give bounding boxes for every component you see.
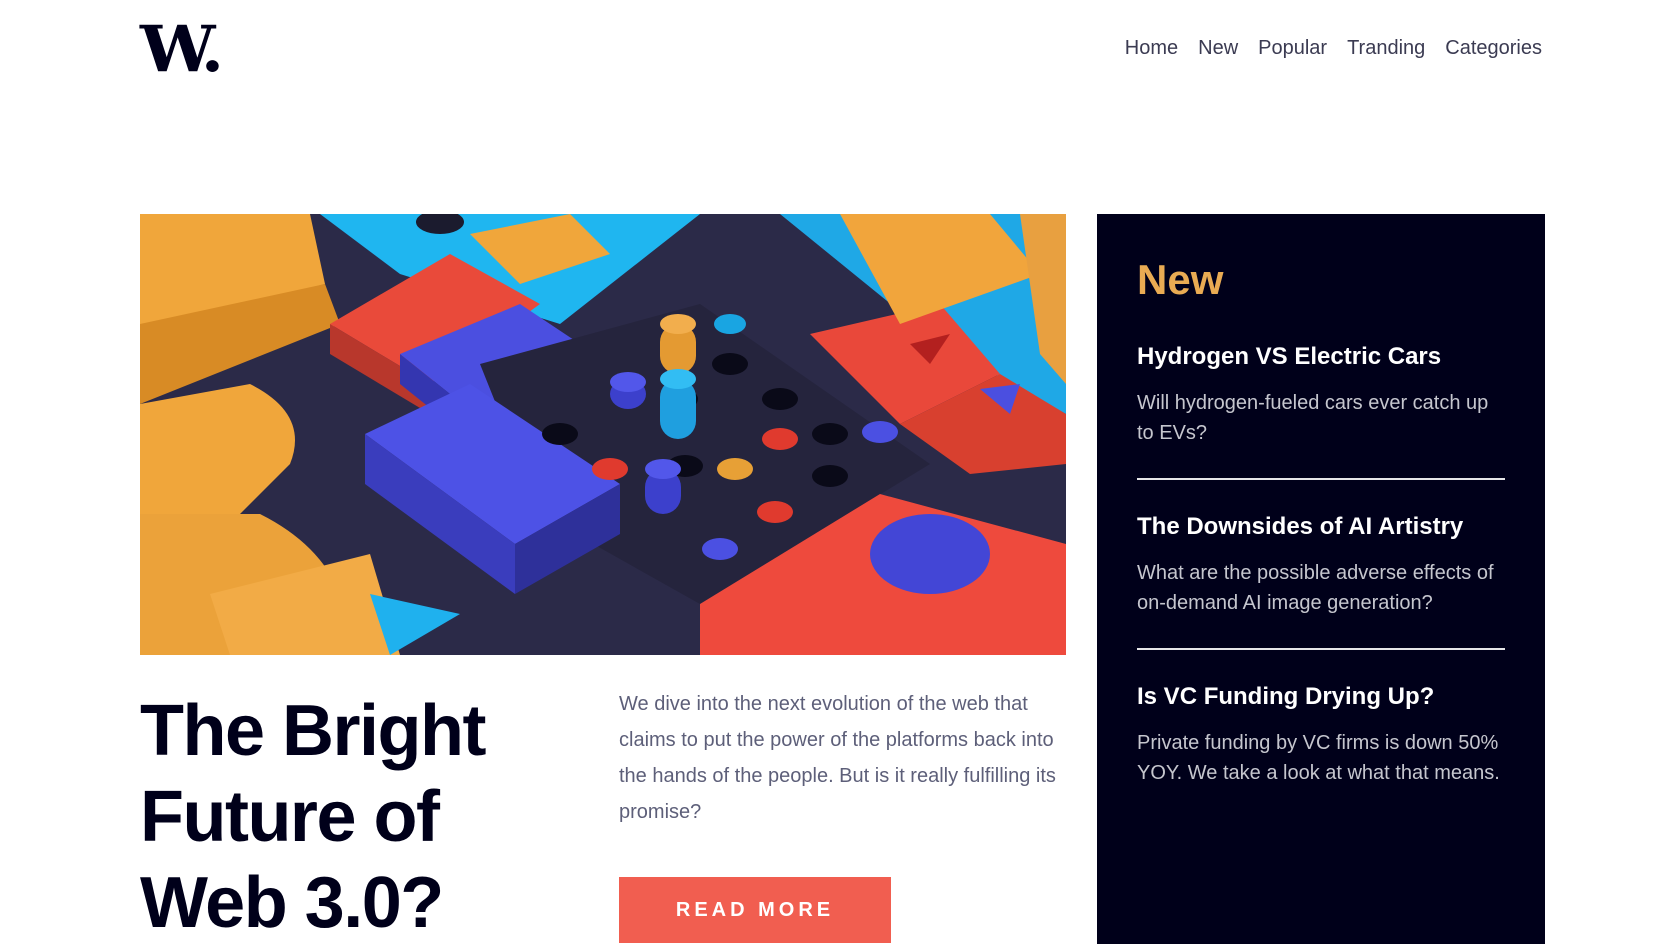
news-item[interactable]: Is VC Funding Drying Up? Private funding… — [1137, 682, 1505, 818]
headline-line-1: The Bright — [140, 691, 486, 771]
logo[interactable]: W. — [140, 18, 224, 82]
news-item-summary: Private funding by VC firms is down 50% … — [1137, 732, 1500, 784]
headline-line-3: Web 3.0? — [140, 863, 444, 943]
hero-lead-text: We dive into the next evolution of the w… — [619, 693, 1056, 823]
main-nav: Home New Popular Tranding Categories — [1125, 34, 1542, 62]
nav-home[interactable]: Home — [1125, 34, 1178, 62]
divider — [1137, 648, 1505, 650]
sidebar-title: New — [1137, 256, 1224, 303]
news-item[interactable]: The Downsides of AI Artistry What are th… — [1137, 512, 1505, 648]
hero-illustration — [140, 214, 1066, 655]
nav-new[interactable]: New — [1198, 34, 1238, 62]
hero-headline: The Bright Future of Web 3.0? — [140, 688, 580, 946]
hero-image — [140, 214, 1066, 655]
new-sidebar: New Hydrogen VS Electric Cars Will hydro… — [1097, 214, 1545, 944]
news-item-title[interactable]: Hydrogen VS Electric Cars — [1137, 342, 1505, 372]
headline-line-2: Future of — [140, 777, 440, 857]
logo-text: W. — [140, 12, 224, 87]
news-item-summary: What are the possible adverse effects of… — [1137, 562, 1494, 614]
news-item-title[interactable]: Is VC Funding Drying Up? — [1137, 682, 1505, 712]
news-item-title[interactable]: The Downsides of AI Artistry — [1137, 512, 1505, 542]
page: W. Home New Popular Tranding Categories — [0, 0, 1680, 950]
nav-trending[interactable]: Tranding — [1347, 34, 1425, 62]
divider — [1137, 478, 1505, 480]
news-item[interactable]: Hydrogen VS Electric Cars Will hydrogen-… — [1137, 342, 1505, 478]
nav-categories[interactable]: Categories — [1445, 34, 1542, 62]
nav-popular[interactable]: Popular — [1258, 34, 1327, 62]
read-more-button[interactable]: READ MORE — [619, 877, 891, 943]
news-item-summary: Will hydrogen-fueled cars ever catch up … — [1137, 392, 1489, 444]
